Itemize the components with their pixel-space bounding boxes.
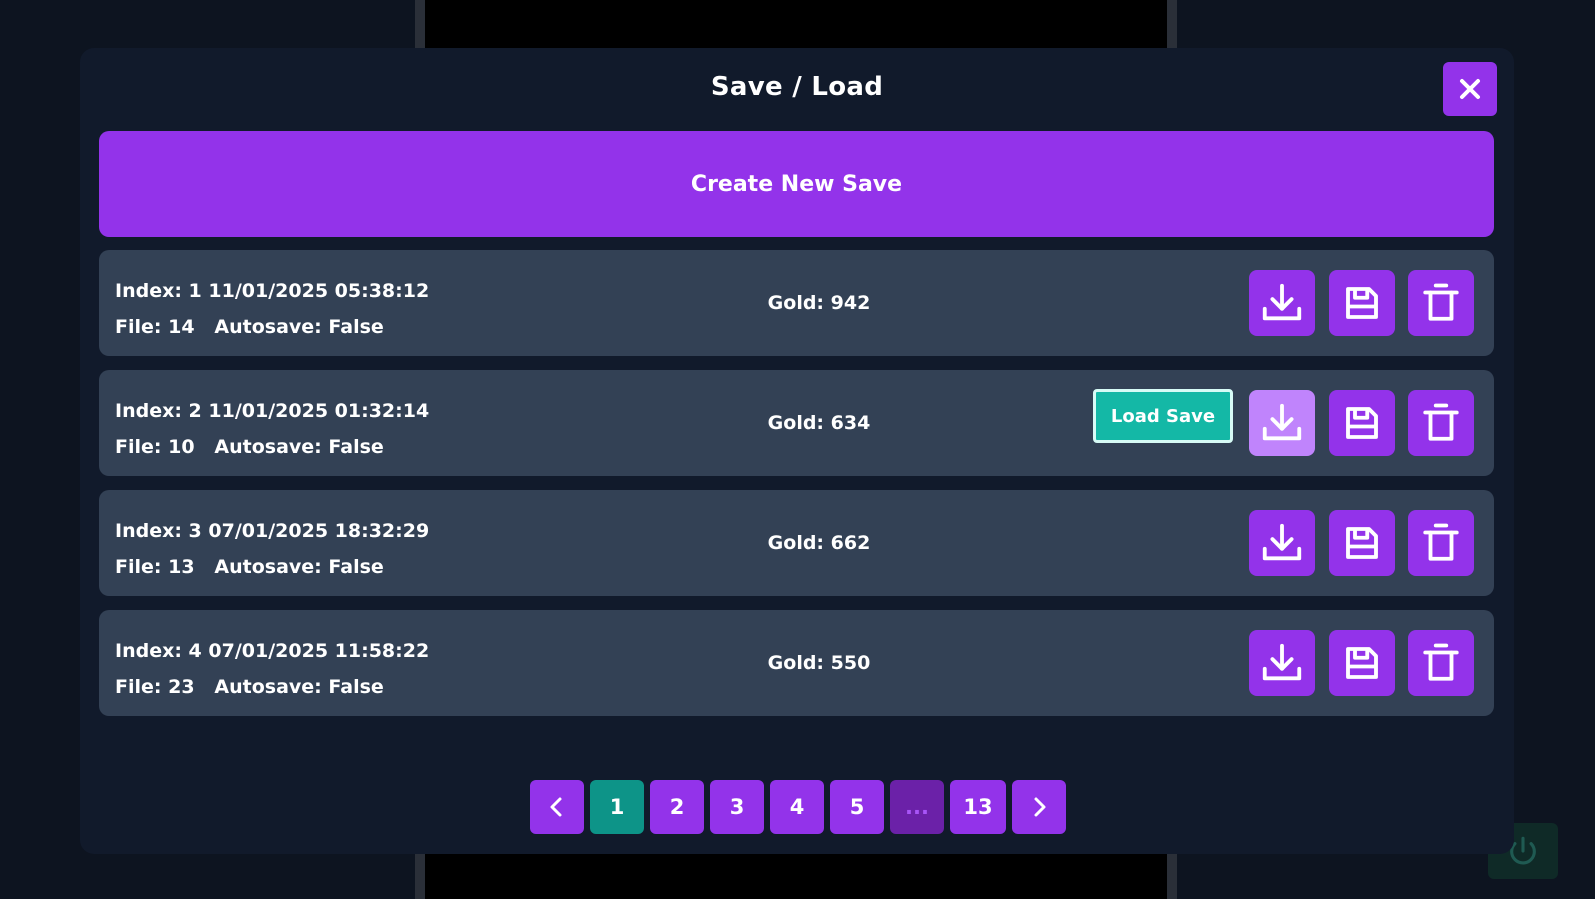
floppy-disk-icon — [1346, 527, 1378, 559]
close-button[interactable] — [1443, 62, 1497, 116]
save-index: Index: 1 — [115, 280, 202, 302]
save-autosave: Autosave: False — [214, 436, 384, 458]
page-button-5[interactable]: 5 — [830, 780, 884, 834]
close-icon — [1460, 79, 1480, 99]
prev-page-button[interactable] — [530, 780, 584, 834]
load-save-button[interactable] — [1249, 630, 1315, 696]
save-file: File: 14 — [115, 316, 195, 338]
chevron-left-icon — [550, 797, 562, 817]
save-row: Index: 1 11/01/2025 05:38:12 File: 14 Au… — [99, 250, 1494, 356]
save-info: Index: 3 07/01/2025 18:32:29 File: 13 Au… — [115, 513, 429, 585]
load-save-button[interactable] — [1249, 270, 1315, 336]
trash-icon — [1423, 523, 1459, 561]
delete-save-button[interactable] — [1408, 510, 1474, 576]
floppy-disk-icon — [1346, 287, 1378, 319]
page-button-2[interactable]: 2 — [650, 780, 704, 834]
save-index: Index: 4 — [115, 640, 202, 662]
page-button-13[interactable]: 13 — [950, 780, 1006, 834]
save-index: Index: 3 — [115, 520, 202, 542]
save-file: File: 13 — [115, 556, 195, 578]
save-row: Index: 2 11/01/2025 01:32:14 File: 10 Au… — [99, 370, 1494, 476]
download-icon — [1262, 283, 1302, 321]
overwrite-save-button[interactable] — [1329, 510, 1395, 576]
save-datetime: 11/01/2025 01:32:14 — [208, 400, 430, 422]
floppy-disk-icon — [1346, 407, 1378, 439]
save-info: Index: 1 11/01/2025 05:38:12 File: 14 Au… — [115, 273, 429, 345]
save-row: Index: 3 07/01/2025 18:32:29 File: 13 Au… — [99, 490, 1494, 596]
save-info: Index: 4 07/01/2025 11:58:22 File: 23 Au… — [115, 633, 429, 705]
pagination: 1 2 3 4 5 ... 13 — [80, 780, 1514, 834]
trash-icon — [1423, 283, 1459, 321]
dialog-title: Save / Load — [710, 72, 884, 102]
save-row: Index: 4 07/01/2025 11:58:22 File: 23 Au… — [99, 610, 1494, 716]
save-info: Index: 2 11/01/2025 01:32:14 File: 10 Au… — [115, 393, 429, 465]
save-datetime: 11/01/2025 05:38:12 — [208, 280, 430, 302]
page-button-1[interactable]: 1 — [590, 780, 644, 834]
overwrite-save-button[interactable] — [1329, 630, 1395, 696]
save-autosave: Autosave: False — [214, 676, 384, 698]
save-datetime: 07/01/2025 11:58:22 — [208, 640, 430, 662]
save-datetime: 07/01/2025 18:32:29 — [208, 520, 430, 542]
download-icon — [1262, 523, 1302, 561]
save-load-dialog: Save / Load Create New Save Index: 1 11/… — [80, 48, 1514, 854]
download-icon — [1262, 643, 1302, 681]
page-button-3[interactable]: 3 — [710, 780, 764, 834]
overwrite-save-button[interactable] — [1329, 270, 1395, 336]
overwrite-save-button[interactable] — [1329, 390, 1395, 456]
save-gold: Gold: 662 — [767, 532, 871, 554]
save-file: File: 10 — [115, 436, 195, 458]
save-autosave: Autosave: False — [214, 556, 384, 578]
download-icon — [1262, 403, 1302, 441]
save-file: File: 23 — [115, 676, 195, 698]
delete-save-button[interactable] — [1408, 630, 1474, 696]
load-save-tooltip: Load Save — [1093, 389, 1233, 443]
next-page-button[interactable] — [1012, 780, 1066, 834]
page-ellipsis: ... — [890, 780, 944, 834]
floppy-disk-icon — [1346, 647, 1378, 679]
save-autosave: Autosave: False — [214, 316, 384, 338]
trash-icon — [1423, 643, 1459, 681]
page-button-4[interactable]: 4 — [770, 780, 824, 834]
save-index: Index: 2 — [115, 400, 202, 422]
load-save-button[interactable] — [1249, 510, 1315, 576]
load-save-button[interactable] — [1249, 390, 1315, 456]
save-gold: Gold: 634 — [767, 412, 871, 434]
create-new-save-button[interactable]: Create New Save — [99, 131, 1494, 237]
trash-icon — [1423, 403, 1459, 441]
chevron-right-icon — [1034, 797, 1046, 817]
save-gold: Gold: 942 — [767, 292, 871, 314]
delete-save-button[interactable] — [1408, 390, 1474, 456]
delete-save-button[interactable] — [1408, 270, 1474, 336]
save-gold: Gold: 550 — [767, 652, 871, 674]
